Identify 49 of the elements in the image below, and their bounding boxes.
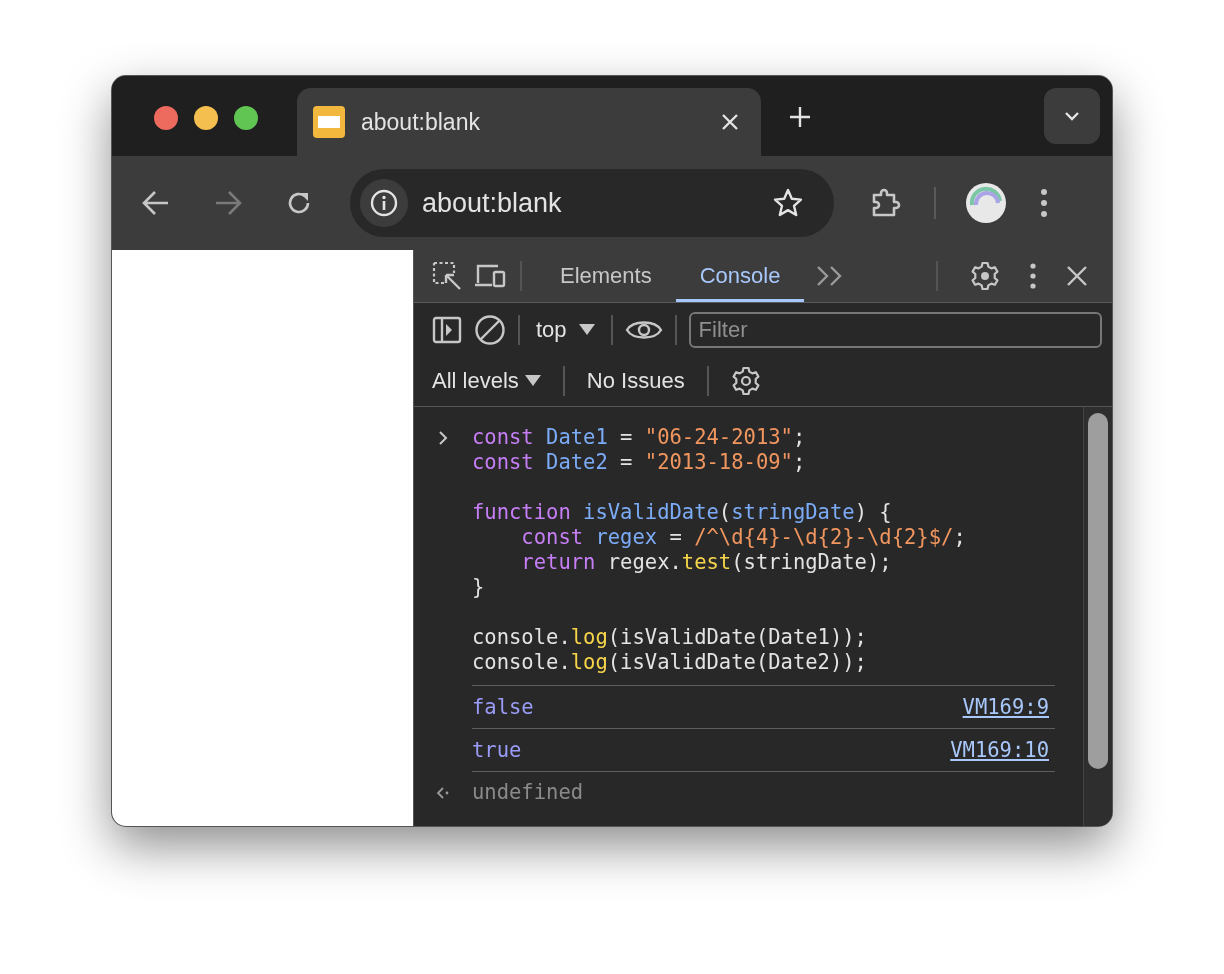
address-bar[interactable]: about:blank	[350, 169, 834, 237]
caret-icon	[1064, 111, 1080, 121]
caret-icon	[578, 323, 595, 336]
profile-avatar-icon[interactable]	[966, 183, 1006, 223]
code-line: console.log(isValidDate(Date1));	[472, 625, 868, 650]
close-icon[interactable]	[1066, 265, 1088, 287]
reload-icon[interactable]	[286, 190, 312, 216]
code-line: const Date1 = "06-24-2013";	[472, 425, 807, 450]
caret-icon	[524, 375, 541, 387]
scrollbar-thumb[interactable]	[1088, 413, 1108, 769]
inspect-element-icon[interactable]	[432, 261, 462, 291]
clear-console-icon[interactable]	[474, 313, 506, 346]
code-line: const regex = /^\d{4}-\d{2}-\d{2}$/;	[520, 525, 967, 550]
minimize-window-icon[interactable]	[194, 106, 218, 130]
panel-tab[interactable]: Console	[675, 250, 805, 302]
star-icon[interactable]	[772, 187, 804, 219]
page-icon	[313, 106, 345, 138]
browser-tab[interactable]: about:blank	[297, 88, 761, 156]
panel-tab[interactable]: Elements	[536, 250, 676, 302]
source-link[interactable]: VM169:9	[962, 694, 1049, 720]
device-toolbar-icon[interactable]	[474, 263, 506, 289]
result-value: undefined	[472, 780, 584, 805]
url-text: about:blank	[422, 187, 563, 219]
more-options-icon[interactable]	[1030, 263, 1036, 289]
close-window-icon[interactable]	[154, 106, 178, 130]
settings-icon[interactable]	[970, 261, 1000, 291]
code-line: console.log(isValidDate(Date2));	[472, 650, 868, 675]
issues-button[interactable]: No Issues	[586, 368, 685, 394]
log-output: false	[472, 694, 534, 720]
return-arrow-icon	[436, 786, 450, 800]
back-arrow-icon[interactable]	[142, 190, 170, 216]
code-line: }	[472, 575, 486, 600]
source-link[interactable]: VM169:10	[950, 737, 1049, 763]
filter-field[interactable]: Filter	[688, 311, 1102, 348]
log-output: true	[472, 737, 522, 763]
close-icon[interactable]	[721, 113, 739, 131]
context-dropdown[interactable]: top	[532, 316, 599, 343]
new-tab-icon[interactable]	[789, 106, 811, 128]
prompt-chevron-icon	[438, 430, 448, 446]
tab-title: about:blank	[361, 108, 481, 136]
code-line: const Date2 = "2013-18-09";	[472, 450, 807, 475]
more-options-icon[interactable]	[1040, 188, 1048, 218]
sidebar-toggle-icon[interactable]	[432, 315, 462, 344]
forward-arrow-icon[interactable]	[214, 190, 242, 216]
code-line: return regex.test(stringDate);	[520, 550, 893, 575]
log-levels-dropdown[interactable]: All levels	[432, 368, 541, 394]
maximize-window-icon[interactable]	[234, 106, 258, 130]
info-icon[interactable]	[370, 189, 398, 217]
code-line: function isValidDate(stringDate) {	[472, 500, 893, 525]
